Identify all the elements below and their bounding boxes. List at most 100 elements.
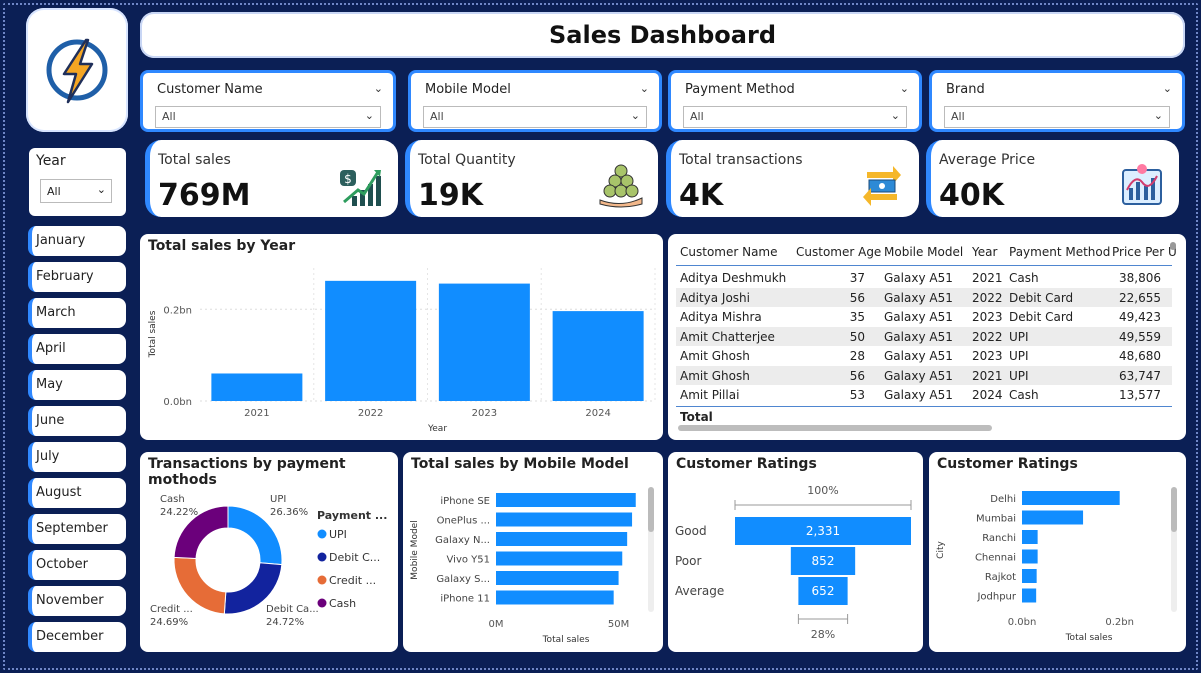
table-cell: Aditya Deshmukh bbox=[680, 271, 787, 285]
chart-payment-methods: Transactions by payment mothods UPI 26.36… bbox=[140, 452, 398, 652]
slicer-dropdown[interactable]: All ⌄ bbox=[423, 106, 647, 128]
table-cell: 35 bbox=[849, 310, 865, 324]
sales-by-model-plot: 0M 50M iPhone SE OnePlus ... Galaxy N... Vivo… bbox=[410, 487, 654, 645]
kpi-label: Total transactions bbox=[679, 152, 803, 168]
table-cell: Amit Ghosh bbox=[680, 368, 750, 383]
exchange-icon bbox=[863, 166, 901, 206]
x-tick-label: 2023 bbox=[472, 408, 497, 419]
bar bbox=[496, 512, 633, 527]
slicer-dropdown[interactable]: All ⌄ bbox=[155, 106, 381, 128]
slicer-label: Payment Method bbox=[685, 82, 795, 97]
table-cell: 56 bbox=[849, 290, 865, 305]
sales-table: Customer Name Customer Age Mobile Model Yea… bbox=[676, 242, 1181, 432]
bar bbox=[1022, 530, 1038, 544]
table-cell: UPI bbox=[1009, 329, 1029, 344]
year-filter: Year All ⌄ bbox=[29, 148, 126, 216]
table-row[interactable]: Amit Ghosh 56 Galaxy A51 2021 UPI 63,747 bbox=[676, 365, 1172, 385]
chevron-down-icon: ⌄ bbox=[96, 183, 106, 196]
y-tick-label: Vivo Y51 bbox=[447, 555, 490, 566]
month-november[interactable]: November bbox=[28, 586, 126, 616]
x-tick-label: 2021 bbox=[244, 408, 269, 419]
month-june[interactable]: June bbox=[28, 406, 126, 436]
y-axis-title: Mobile Model bbox=[410, 520, 420, 579]
bar bbox=[496, 493, 636, 507]
funnel-category-label: Average bbox=[675, 584, 724, 598]
month-december[interactable]: December bbox=[28, 622, 126, 652]
month-february[interactable]: February bbox=[28, 262, 126, 292]
chevron-down-icon[interactable]: ⌄ bbox=[640, 82, 649, 95]
funnel-category-label: Poor bbox=[675, 554, 701, 568]
month-march[interactable]: March bbox=[28, 298, 126, 328]
kpi-label: Total Quantity bbox=[418, 152, 516, 168]
bar bbox=[496, 571, 619, 585]
month-april[interactable]: April bbox=[28, 334, 126, 364]
bar bbox=[496, 532, 628, 546]
year-dropdown[interactable]: All ⌄ bbox=[40, 179, 112, 203]
slicer-value: All bbox=[951, 110, 965, 123]
y-axis-title: Total sales bbox=[148, 310, 158, 358]
chevron-down-icon[interactable]: ⌄ bbox=[1163, 82, 1172, 95]
y-tick-label: Galaxy S... bbox=[436, 574, 490, 585]
y-tick-label: OnePlus ... bbox=[437, 516, 490, 527]
kpi-label: Total sales bbox=[158, 152, 231, 168]
chevron-down-icon: ⌄ bbox=[364, 109, 374, 122]
x-tick-label: 50M bbox=[608, 619, 629, 630]
table-cell: 38,806 bbox=[1119, 271, 1161, 285]
slicer-brand[interactable]: Brand ⌄ All ⌄ bbox=[929, 70, 1185, 132]
month-october[interactable]: October bbox=[28, 550, 126, 580]
slicer-customer-name[interactable]: Customer Name ⌄ All ⌄ bbox=[140, 70, 396, 132]
month-august[interactable]: August bbox=[28, 478, 126, 508]
slicer-dropdown[interactable]: All ⌄ bbox=[944, 106, 1170, 128]
funnel-category-label: Good bbox=[675, 524, 707, 538]
table-cell: 22,655 bbox=[1119, 290, 1161, 305]
table-cell: Cash bbox=[1009, 388, 1039, 402]
table-cell: 53 bbox=[849, 388, 865, 402]
month-july[interactable]: July bbox=[28, 442, 126, 472]
slicer-label: Customer Name bbox=[157, 82, 263, 97]
logo-card bbox=[26, 8, 128, 132]
legend-marker bbox=[317, 529, 327, 539]
sales-table-panel: Customer Name Customer Age Mobile Model Yea… bbox=[668, 234, 1186, 440]
y-tick-label: Delhi bbox=[990, 494, 1016, 505]
horizontal-scrollbar[interactable] bbox=[678, 425, 992, 431]
table-cell: UPI bbox=[1009, 349, 1029, 363]
table-cell: Galaxy A51 bbox=[884, 368, 953, 383]
ratings-funnel-plot: 100% 2,331 Good 852 Poor 652 Average 28% bbox=[675, 484, 912, 641]
slice-label: Credit ... bbox=[150, 604, 193, 615]
funnel-value-label: 652 bbox=[812, 584, 835, 598]
slicer-dropdown[interactable]: All ⌄ bbox=[683, 106, 907, 128]
bar bbox=[325, 280, 417, 401]
table-cell: UPI bbox=[1009, 368, 1029, 383]
chevron-down-icon[interactable]: ⌄ bbox=[900, 82, 909, 95]
table-cell: 2022 bbox=[972, 290, 1003, 305]
month-september[interactable]: September bbox=[28, 514, 126, 544]
table-cell: 48,680 bbox=[1119, 349, 1161, 363]
table-row[interactable]: Aditya Deshmukh 37 Galaxy A51 2021 Cash 38,80… bbox=[676, 268, 1172, 287]
page-title: Sales Dashboard bbox=[549, 21, 776, 49]
svg-text:$: $ bbox=[344, 172, 352, 186]
column-header: Payment Method bbox=[1009, 245, 1111, 259]
kpi-value: 40K bbox=[939, 178, 1004, 213]
table-row[interactable]: Amit Chatterjee 50 Galaxy A51 2022 UPI 49,559 bbox=[676, 326, 1172, 346]
slicer-mobile-model[interactable]: Mobile Model ⌄ All ⌄ bbox=[408, 70, 662, 132]
table-row[interactable]: Aditya Joshi 56 Galaxy A51 2022 Debit Card 22… bbox=[676, 287, 1172, 307]
table-row[interactable]: Amit Pillai 53 Galaxy A51 2024 Cash 13,577 bbox=[676, 385, 1172, 404]
sales-by-city-plot: 0.0bn 0.2bn Delhi Mumbai Ranchi Chennai Rajkot… bbox=[936, 487, 1177, 643]
slice-percent: 26.36% bbox=[270, 507, 308, 518]
slicer-payment-method[interactable]: Payment Method ⌄ All ⌄ bbox=[668, 70, 922, 132]
table-row[interactable]: Amit Ghosh 28 Galaxy A51 2023 UPI 48,680 bbox=[676, 346, 1172, 365]
month-january[interactable]: January bbox=[28, 226, 126, 256]
table-row[interactable]: Aditya Mishra 35 Galaxy A51 2023 Debit Card 4… bbox=[676, 307, 1172, 326]
table-cell: Amit Pillai bbox=[680, 388, 740, 402]
chevron-down-icon[interactable]: ⌄ bbox=[374, 82, 383, 95]
total-label: Total bbox=[680, 410, 713, 424]
price-chart-icon bbox=[1122, 164, 1162, 205]
y-tick-label: 0.2bn bbox=[163, 305, 192, 316]
table-cell: 2023 bbox=[972, 349, 1003, 363]
vertical-scrollbar[interactable] bbox=[1170, 242, 1176, 250]
table-cell: 2021 bbox=[972, 271, 1003, 285]
table-cell: 49,423 bbox=[1119, 310, 1161, 324]
table-cell: Aditya Mishra bbox=[680, 310, 762, 324]
month-may[interactable]: May bbox=[28, 370, 126, 400]
table-cell: Aditya Joshi bbox=[680, 290, 750, 305]
